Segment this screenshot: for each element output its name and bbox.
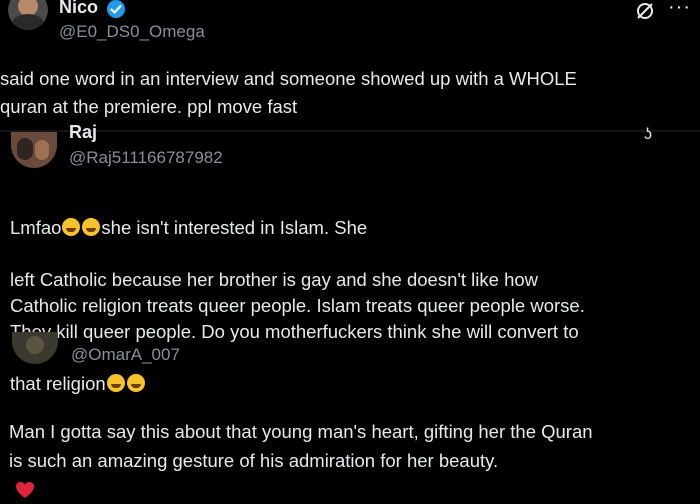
grok-icon[interactable] (634, 0, 656, 22)
avatar[interactable] (12, 332, 58, 364)
author-name[interactable]: Nico (59, 0, 98, 18)
author-handle[interactable]: @OmarA_007 (71, 345, 180, 365)
post-raj: Raj @Raj511166787982 ʖ Lmfao she isn't in… (0, 122, 700, 394)
text-start: Lmfao (10, 217, 62, 238)
more-icon[interactable]: ··· (668, 0, 691, 19)
text-body: Man I gotta say this about that young ma… (9, 421, 593, 471)
post-omar: @OmarA_007 Man I gotta say this about th… (0, 332, 700, 498)
rolling-laughing-emoji (82, 218, 101, 236)
rolling-laughing-emoji (62, 218, 81, 236)
author-handle[interactable]: @E0_DS0_Omega (59, 22, 205, 42)
post-text: Man I gotta say this about that young ma… (9, 388, 699, 504)
author-handle[interactable]: @Raj511166787982 (69, 148, 223, 168)
text-line1: she isn't interested in Islam. She (101, 217, 368, 238)
author-name[interactable]: Raj (69, 122, 97, 143)
avatar[interactable] (11, 132, 57, 168)
grok-icon-partial[interactable]: ʖ (644, 126, 652, 144)
post-nico: Nico @E0_DS0_Omega ··· said one word in … (0, 0, 700, 128)
heart-icon (16, 482, 34, 498)
avatar[interactable] (8, 0, 48, 30)
post-text: said one word in an interview and someon… (0, 68, 577, 117)
verified-badge-icon (107, 0, 125, 18)
